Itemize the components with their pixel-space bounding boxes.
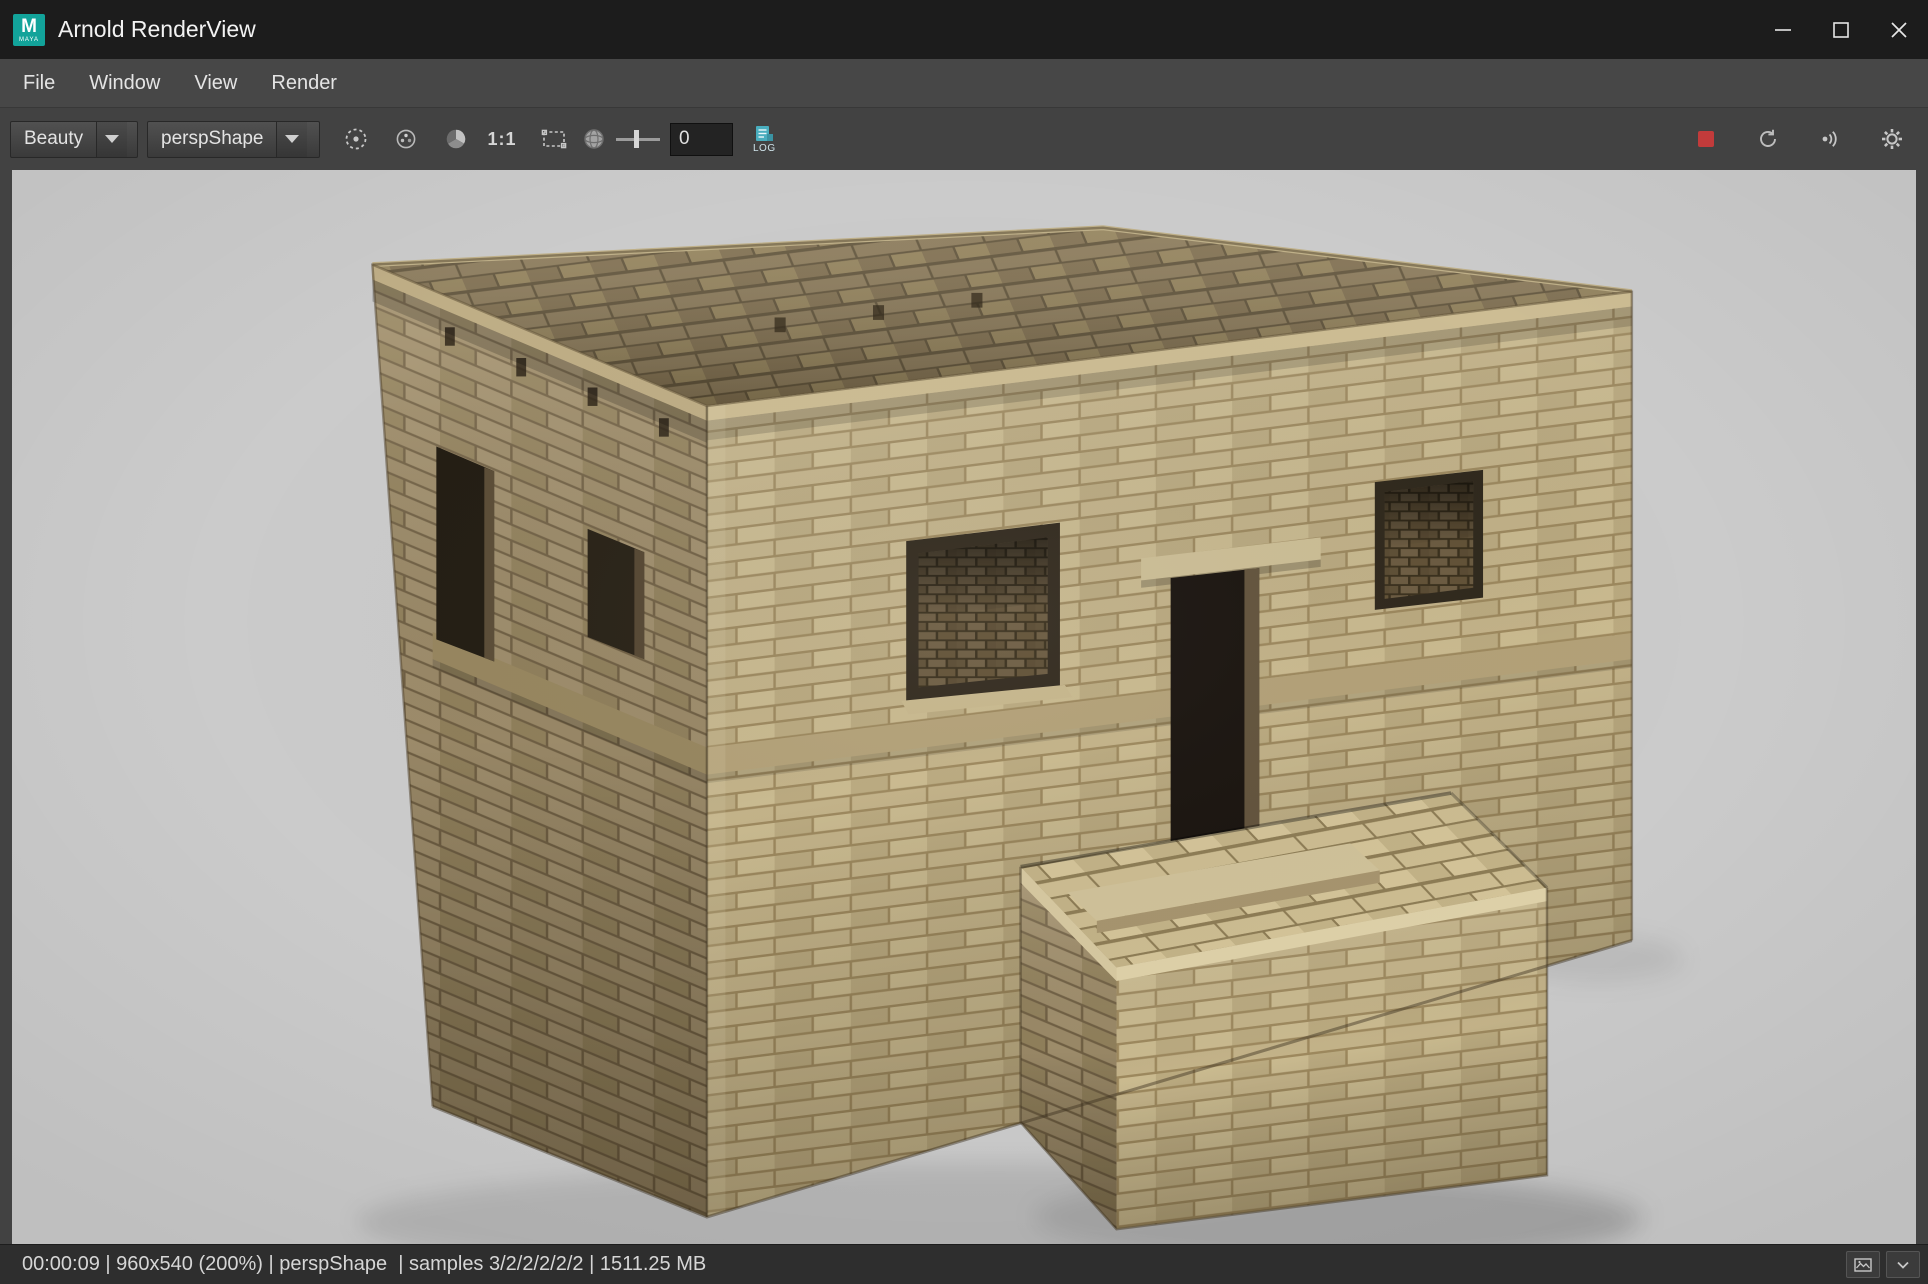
menubar: File Window View Render: [0, 59, 1928, 108]
zoom-ratio-label: 1:1: [487, 129, 516, 150]
camera-dropdown: perspShape: [147, 121, 320, 158]
aov-dropdown-value[interactable]: Beauty: [11, 122, 96, 157]
chevron-down-icon: [1896, 1260, 1910, 1270]
rgb-channels-button[interactable]: [388, 119, 424, 159]
aov-dropdown: Beauty: [10, 121, 138, 158]
ipr-signal-icon: [1818, 127, 1842, 151]
expand-statusbar-button[interactable]: [1886, 1251, 1920, 1278]
maximize-icon: [1832, 21, 1850, 39]
menu-window[interactable]: Window: [72, 59, 177, 107]
vignette-overlay: [12, 170, 1916, 1244]
window-title: Arnold RenderView: [58, 16, 256, 43]
stop-render-button[interactable]: [1688, 119, 1724, 159]
stop-render-icon: [1698, 131, 1714, 147]
debug-shading-icon: [582, 127, 606, 151]
color-wheel-icon: [444, 127, 468, 151]
chevron-down-icon: [105, 135, 119, 143]
zoom-ratio-button[interactable]: 1:1: [484, 119, 520, 159]
debug-value-input[interactable]: [670, 123, 733, 156]
refresh-render-button[interactable]: [1750, 119, 1786, 159]
ipr-status-button[interactable]: [1812, 119, 1848, 159]
settings-button[interactable]: [1874, 119, 1910, 159]
exposure-icon: [343, 126, 369, 152]
render-viewport[interactable]: [12, 170, 1916, 1244]
close-button[interactable]: [1870, 0, 1928, 59]
gear-icon: [1880, 127, 1904, 151]
chevron-down-icon: [285, 135, 299, 143]
statusbar-buttons: [1846, 1251, 1920, 1278]
debug-shading-slider[interactable]: [616, 129, 660, 149]
camera-dropdown-arrow[interactable]: [276, 122, 307, 157]
log-label: LOG: [753, 143, 776, 154]
minimize-icon: [1774, 21, 1792, 39]
minimize-button[interactable]: [1754, 0, 1812, 59]
maya-logo-icon: M MAYA: [13, 14, 45, 46]
menu-view[interactable]: View: [177, 59, 254, 107]
toolbar: Beauty perspShape: [0, 108, 1928, 170]
crop-region-button[interactable]: [536, 119, 572, 159]
close-icon: [1889, 20, 1909, 40]
toolbar-right-group: [1688, 119, 1910, 159]
render-canvas: [12, 170, 1916, 1244]
camera-dropdown-value[interactable]: perspShape: [148, 122, 276, 157]
titlebar: M MAYA Arnold RenderView: [0, 0, 1928, 59]
log-toggle-button[interactable]: LOG: [753, 125, 776, 154]
snapshot-icon: [1854, 1258, 1872, 1272]
maximize-button[interactable]: [1812, 0, 1870, 59]
crop-region-icon: [541, 128, 567, 150]
statusbar: 00:00:09 | 960x540 (200%) | perspShape |…: [0, 1244, 1928, 1284]
menu-render[interactable]: Render: [254, 59, 354, 107]
exposure-button[interactable]: [338, 119, 374, 159]
snapshot-button[interactable]: [1846, 1251, 1880, 1278]
slider-handle[interactable]: [634, 130, 639, 148]
color-correction-button[interactable]: [438, 119, 474, 159]
menu-file[interactable]: File: [6, 59, 72, 107]
log-icon: [754, 125, 774, 142]
arnold-renderview-window: M MAYA Arnold RenderView File Window Vie…: [0, 0, 1928, 1284]
debug-shading-button[interactable]: [576, 119, 612, 159]
render-status-text: 00:00:09 | 960x540 (200%) | perspShape |…: [22, 1253, 706, 1276]
window-controls: [1754, 0, 1928, 59]
rgb-channels-icon: [394, 127, 418, 151]
refresh-icon: [1756, 127, 1780, 151]
aov-dropdown-arrow[interactable]: [96, 122, 127, 157]
